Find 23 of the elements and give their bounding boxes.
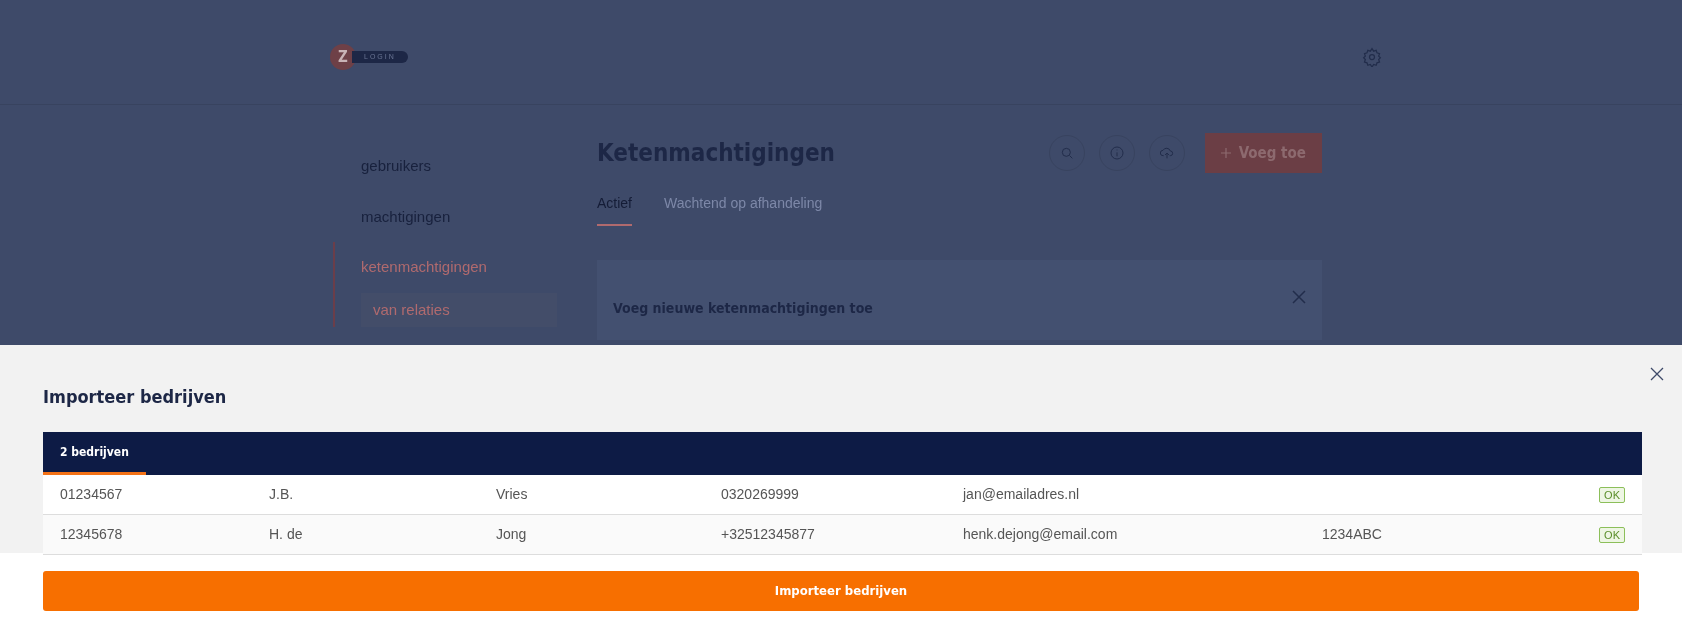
sidebar-item[interactable]: ketenmachtigingen — [335, 242, 557, 293]
status-badge: OK — [1599, 526, 1625, 543]
settings-icon[interactable] — [1362, 47, 1382, 67]
cloud-upload-icon — [1158, 145, 1175, 161]
status-badge: OK — [1599, 486, 1625, 503]
table-cell-text: Jong — [496, 525, 528, 544]
sidebar-subitem[interactable]: van relaties — [361, 292, 557, 327]
table-cell-text: J.B. — [269, 485, 295, 504]
table-cell-text: Vries — [496, 485, 529, 504]
table-cell-text: henk.dejong@email.com — [963, 525, 1119, 544]
table-cell-text: jan@emailadres.nl — [963, 485, 1081, 504]
plus-icon — [1220, 148, 1231, 158]
table-cell-text: 12345678 — [59, 525, 124, 544]
panel-title: Importeer bedrijven — [43, 385, 228, 409]
tab[interactable]: Wachtend op afhandeling — [664, 193, 823, 226]
close-icon[interactable] — [1650, 367, 1664, 381]
table-cell-text: H. de — [269, 525, 304, 544]
import-button[interactable]: Importeer bedrijven — [43, 571, 1639, 611]
table-cell-text: 01234567 — [59, 485, 124, 504]
info-icon — [1108, 145, 1125, 161]
table-cell-text: 0320269999 — [721, 485, 800, 504]
table-cell-text: 1234ABC — [1322, 525, 1383, 544]
table-cell-text: +32512345877 — [721, 525, 816, 544]
